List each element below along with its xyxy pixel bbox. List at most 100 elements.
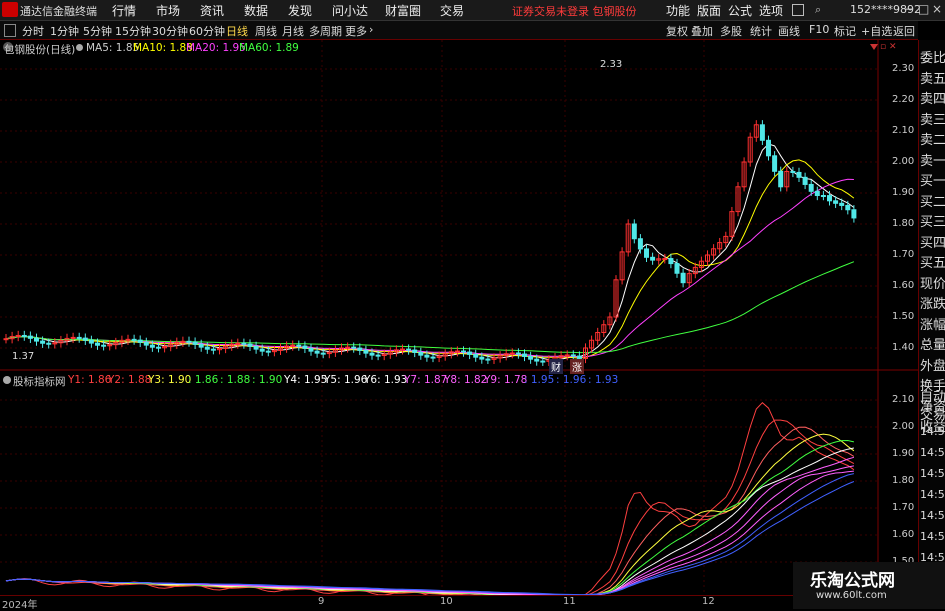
period-more[interactable]: 更多 [345,23,367,39]
sidebar-item[interactable]: 买五 [920,252,945,271]
tool-draw[interactable]: 画线 [778,23,800,39]
panel-close-icon[interactable]: ▫ ✕ [880,42,910,52]
panel-toggle-icon[interactable] [4,24,16,37]
indicator-value: : 1.96 [556,374,587,386]
finance-marker[interactable]: 财 [549,359,563,374]
indicator-y-tick: 1.60 [892,529,915,540]
indicator-value: Y3: 1.90 [148,374,192,386]
limit-up-marker[interactable]: 涨 [570,359,584,374]
tool-stats[interactable]: 统计 [750,23,772,39]
menu-options[interactable]: 选项 [759,2,783,19]
candle-body [515,352,521,355]
sidebar-item[interactable]: 买四 [920,232,945,251]
candle-body [662,258,668,261]
candle-body [479,356,485,360]
menu-market[interactable]: 行情 [112,2,136,19]
menu-function[interactable]: 功能 [666,2,690,19]
candle-body [265,350,271,353]
sidebar-item[interactable]: 买三 [920,211,945,230]
indicator-menu-icon[interactable] [3,376,11,384]
candle-body [21,334,27,337]
menu-news[interactable]: 资讯 [200,2,224,19]
period-monthly[interactable]: 月线 [282,23,304,39]
period-15min[interactable]: 15分钟 [115,23,151,39]
maximize-button[interactable]: □ [918,2,929,16]
menu-fortune[interactable]: 财富圈 [385,2,421,19]
main-y-tick: 1.40 [892,342,915,353]
tool-multi-stock[interactable]: 多股 [720,23,742,39]
tool-add-watchlist[interactable]: +自选 [861,23,892,39]
period-weekly[interactable]: 周线 [255,23,277,39]
candle-body [76,336,82,339]
tool-restore-rights[interactable]: 复权 [666,23,688,39]
menu-formula[interactable]: 公式 [728,2,752,19]
sidebar-item[interactable]: 涨跌 [920,293,945,312]
tool-back[interactable]: 返回 [893,23,915,39]
sidebar-item[interactable]: 14:56 [920,446,945,459]
period-1min[interactable]: 1分钟 [50,23,79,39]
menu-markets[interactable]: 市场 [156,2,180,19]
candle-body [296,344,302,347]
sidebar-item[interactable]: 卖二 [920,129,945,148]
candle-body [424,354,430,358]
period-daily[interactable]: 日线 [226,23,248,39]
sidebar-item[interactable]: 14:56 [920,530,945,543]
minimize-button[interactable]: − [904,2,914,16]
menu-discover[interactable]: 发现 [288,2,312,19]
period-multi[interactable]: 多周期 [309,23,342,39]
menu-data[interactable]: 数据 [244,2,268,19]
sidebar-item[interactable]: 14:56 [920,425,945,438]
candle-body [46,342,52,345]
sidebar-item[interactable]: 卖三 [920,109,945,128]
main-y-tick: 2.00 [892,156,915,167]
candle-body [241,342,247,345]
sidebar-item[interactable]: 外盘 [920,355,945,374]
menu-layout[interactable]: 版面 [697,2,721,19]
sidebar-item[interactable]: 14:56 [920,467,945,480]
sidebar-item[interactable]: 涨幅 [920,314,945,333]
sidebar-item[interactable]: 卖五 [920,68,945,87]
sidebar-item[interactable]: 现价 [920,273,945,292]
ma5-label: MA5: 1.85 [86,42,140,54]
candle-body [95,342,100,346]
indicator-line [5,473,855,595]
period-60min[interactable]: 60分钟 [189,23,225,39]
search-icon[interactable]: ⌕ [815,3,821,17]
candle-body [845,204,851,211]
candle-body [412,349,418,353]
tool-f10[interactable]: F10 [809,23,829,36]
chevron-right-icon[interactable]: › [369,23,373,36]
period-tick[interactable]: 分时 [22,23,44,39]
sidebar-item[interactable]: 14:56 [920,509,945,522]
sidebar-item[interactable]: 交易 [920,404,945,423]
menu-trade[interactable]: 交易 [440,2,464,19]
candle-body [406,348,412,351]
chart-canvas[interactable] [0,40,918,595]
menu-wenxiaoda[interactable]: 问小达 [332,2,368,19]
message-icon[interactable] [792,4,804,16]
sidebar-item[interactable]: 卖四 [920,88,945,107]
candle-body [802,176,808,185]
period-30min[interactable]: 30分钟 [152,23,188,39]
period-5min[interactable]: 5分钟 [83,23,112,39]
sidebar-item[interactable]: 自动 [920,386,945,405]
main-y-tick: 2.20 [892,94,915,105]
tool-mark[interactable]: 标记 [834,23,856,39]
sidebar-item[interactable]: 买二 [920,191,945,210]
candle-body [534,358,540,362]
login-warning[interactable]: 证券交易未登录 包钢股份 [512,3,637,19]
settings-icon[interactable] [76,44,83,51]
sidebar-item[interactable]: 总量 [920,334,945,353]
candle-body [833,200,839,204]
close-button[interactable]: × [932,2,942,16]
main-y-tick: 2.30 [892,63,915,74]
collapse-arrow-icon[interactable] [870,44,878,50]
sidebar-item[interactable]: 委比 [920,47,945,66]
indicator-value: : 1.90 [252,374,283,386]
sidebar-item[interactable]: 14:56 [920,488,945,501]
indicator-value: : 1.93 [588,374,619,386]
ma-line [5,178,854,358]
sidebar-item[interactable]: 卖一 [920,150,945,169]
sidebar-item[interactable]: 买一 [920,170,945,189]
tool-overlay[interactable]: 叠加 [691,23,713,39]
